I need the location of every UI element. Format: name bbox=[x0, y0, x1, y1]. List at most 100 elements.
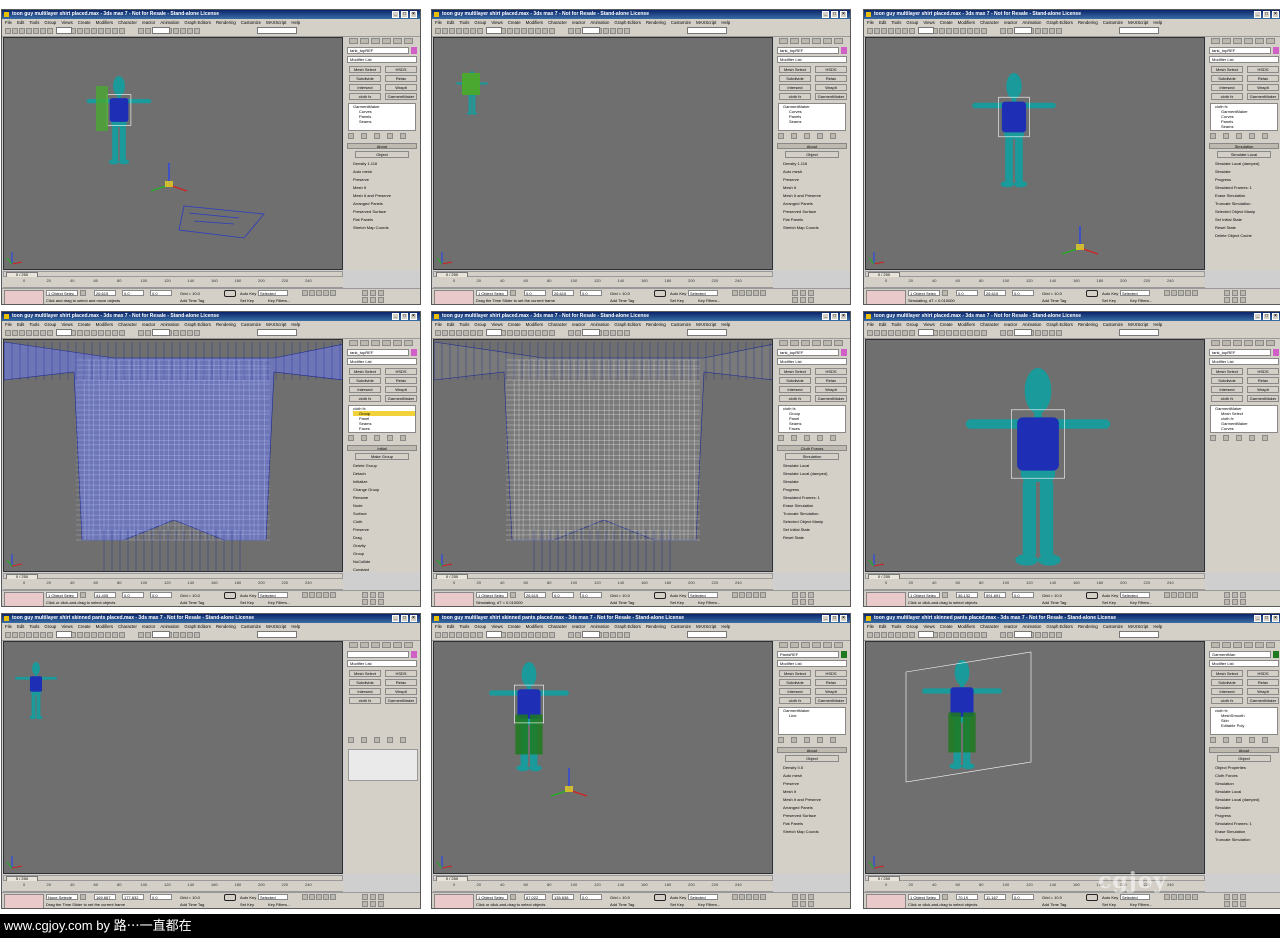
toolbar-tool-icon[interactable] bbox=[12, 632, 18, 638]
menu-item[interactable]: MAXScript bbox=[696, 20, 716, 25]
y-coordinate-field[interactable]: 591.691 bbox=[984, 592, 1006, 598]
set-key-button[interactable]: Set Key bbox=[1102, 600, 1116, 605]
track-bar[interactable]: 0 20 40 60 80 100 120 140 160 180 200 220 240 bbox=[433, 881, 773, 892]
maximize-button[interactable]: □ bbox=[1263, 615, 1270, 622]
stack-tool-icon[interactable] bbox=[804, 737, 810, 743]
key-filters-button[interactable]: Key Filters... bbox=[1130, 298, 1152, 303]
menu-item[interactable]: reactor bbox=[142, 624, 155, 629]
toolbar-tool-icon[interactable] bbox=[5, 330, 11, 336]
toolbar-tool-icon[interactable] bbox=[84, 632, 90, 638]
stack-tool-icon[interactable] bbox=[400, 435, 406, 441]
rollout-option[interactable]: Preserved Surface bbox=[353, 209, 386, 214]
viewport-nav-icon[interactable] bbox=[1224, 592, 1230, 598]
playback-control-icon[interactable] bbox=[739, 894, 745, 900]
stack-tool-icon[interactable] bbox=[1249, 133, 1255, 139]
stack-tool-icon[interactable] bbox=[778, 133, 784, 139]
command-tab-icon[interactable] bbox=[393, 642, 402, 648]
stack-item[interactable]: Line bbox=[783, 713, 845, 718]
toolbar-tool-icon[interactable] bbox=[535, 330, 541, 336]
stack-tool-icon[interactable] bbox=[1249, 737, 1255, 743]
modifier-set-button[interactable]: Subdivide bbox=[349, 75, 381, 82]
viewport-nav-icon[interactable] bbox=[800, 894, 806, 900]
command-tab-icon[interactable] bbox=[349, 642, 358, 648]
rollout-option[interactable]: Density 1.116 bbox=[783, 161, 807, 166]
minimize-button[interactable]: _ bbox=[1254, 313, 1261, 320]
command-tab-icon[interactable] bbox=[1266, 340, 1275, 346]
menu-item[interactable]: Group bbox=[474, 20, 486, 25]
rollout-option[interactable]: Density 0.5 bbox=[783, 765, 803, 770]
toolbar-tool-icon[interactable] bbox=[26, 28, 32, 34]
stack-tool-icon[interactable] bbox=[1236, 133, 1242, 139]
modifier-set-button[interactable]: Mesh Select bbox=[349, 368, 381, 375]
rollout-option[interactable]: Mesh It and Preserve bbox=[783, 797, 821, 802]
selected-dropdown[interactable]: Selected bbox=[1120, 592, 1150, 598]
viewport-scene[interactable] bbox=[866, 340, 1204, 571]
menu-item[interactable]: Views bbox=[923, 322, 934, 327]
menu-item[interactable]: Views bbox=[61, 322, 72, 327]
toolbar-tool-icon[interactable] bbox=[946, 28, 952, 34]
modifier-set-button[interactable]: GarmentMaker bbox=[385, 697, 417, 704]
modifier-set-button[interactable]: GarmentMaker bbox=[385, 395, 417, 402]
viewport-nav-icon[interactable] bbox=[800, 290, 806, 296]
selected-dropdown[interactable]: Selected bbox=[1120, 894, 1150, 900]
y-coordinate-field[interactable]: 135.638 bbox=[552, 894, 574, 900]
rollout-option[interactable]: Stretch Map Coords bbox=[353, 225, 389, 230]
toolbar-tool-icon[interactable] bbox=[603, 632, 609, 638]
add-time-tag-button[interactable]: Add Time Tag bbox=[1042, 298, 1066, 303]
playback-control-icon[interactable] bbox=[1164, 290, 1170, 296]
menu-item[interactable]: MAXScript bbox=[1128, 624, 1148, 629]
rollout-header[interactable]: About bbox=[777, 143, 847, 149]
menu-item[interactable]: Group bbox=[906, 20, 918, 25]
toolbar-tool-icon[interactable] bbox=[967, 28, 973, 34]
toolbar-tool-icon[interactable] bbox=[119, 28, 125, 34]
perspective-viewport[interactable] bbox=[433, 339, 773, 572]
modifier-set-button[interactable]: Mesh Select bbox=[1211, 66, 1243, 73]
toolbar-tool-icon[interactable] bbox=[112, 330, 118, 336]
menu-item[interactable]: Tools bbox=[459, 20, 469, 25]
menu-item[interactable]: MAXScript bbox=[696, 322, 716, 327]
toolbar-tool-icon[interactable] bbox=[180, 330, 186, 336]
stack-tool-icon[interactable] bbox=[361, 133, 367, 139]
stack-tool-icon[interactable] bbox=[1262, 133, 1268, 139]
toolbar-tool-icon[interactable] bbox=[568, 632, 574, 638]
menu-item[interactable]: Character bbox=[980, 322, 999, 327]
x-coordinate-field[interactable]: 26.615 bbox=[524, 592, 546, 598]
modifier-set-button[interactable]: Relax bbox=[385, 75, 417, 82]
toolbar-tool-icon[interactable] bbox=[981, 330, 987, 336]
cloth-mesh[interactable] bbox=[4, 341, 342, 571]
modifier-set-button[interactable]: Mesh Select bbox=[779, 670, 811, 677]
menu-item[interactable]: Help bbox=[291, 20, 300, 25]
track-bar[interactable]: 0 20 40 60 80 100 120 140 160 180 200 220 240 bbox=[433, 579, 773, 590]
stack-tool-icon[interactable] bbox=[830, 435, 836, 441]
viewport-nav-icon[interactable] bbox=[378, 894, 384, 900]
toolbar-tool-icon[interactable] bbox=[1035, 28, 1041, 34]
toolbar-tool-icon[interactable] bbox=[603, 28, 609, 34]
auto-key-button[interactable]: Auto Key bbox=[1102, 291, 1118, 296]
menu-item[interactable]: File bbox=[435, 20, 442, 25]
auto-key-button[interactable]: Auto Key bbox=[670, 593, 686, 598]
menu-item[interactable]: Edit bbox=[447, 624, 454, 629]
toolbar-tool-icon[interactable] bbox=[1042, 632, 1048, 638]
key-icon[interactable] bbox=[654, 894, 666, 901]
menu-item[interactable]: Animation bbox=[1022, 322, 1041, 327]
viewport-nav-icon[interactable] bbox=[1232, 901, 1238, 907]
modifier-set-button[interactable]: Relax bbox=[1247, 377, 1279, 384]
playback-control-icon[interactable] bbox=[732, 290, 738, 296]
x-coordinate-field[interactable]: 0.0 bbox=[524, 290, 546, 296]
z-coordinate-field[interactable]: 0.0 bbox=[150, 592, 172, 598]
menu-item[interactable]: reactor bbox=[572, 322, 585, 327]
menu-item[interactable]: Edit bbox=[879, 20, 886, 25]
menu-item[interactable]: Help bbox=[1153, 20, 1162, 25]
modifier-set-button[interactable]: GarmentMaker bbox=[815, 395, 847, 402]
menu-item[interactable]: Graph Editors bbox=[184, 624, 211, 629]
rollout-option[interactable]: Surface bbox=[353, 511, 367, 516]
viewport-scene[interactable] bbox=[434, 642, 772, 873]
z-coordinate-field[interactable]: 0.0 bbox=[580, 592, 602, 598]
maxscript-listener-box[interactable] bbox=[4, 894, 44, 908]
selected-dropdown[interactable]: Selected bbox=[688, 290, 718, 296]
menu-item[interactable]: Create bbox=[508, 20, 521, 25]
viewport-nav-icon[interactable] bbox=[1240, 297, 1246, 303]
menu-item[interactable]: Views bbox=[61, 624, 72, 629]
toolbar-tool-icon[interactable] bbox=[47, 28, 53, 34]
toolbar-tool-icon[interactable] bbox=[463, 28, 469, 34]
